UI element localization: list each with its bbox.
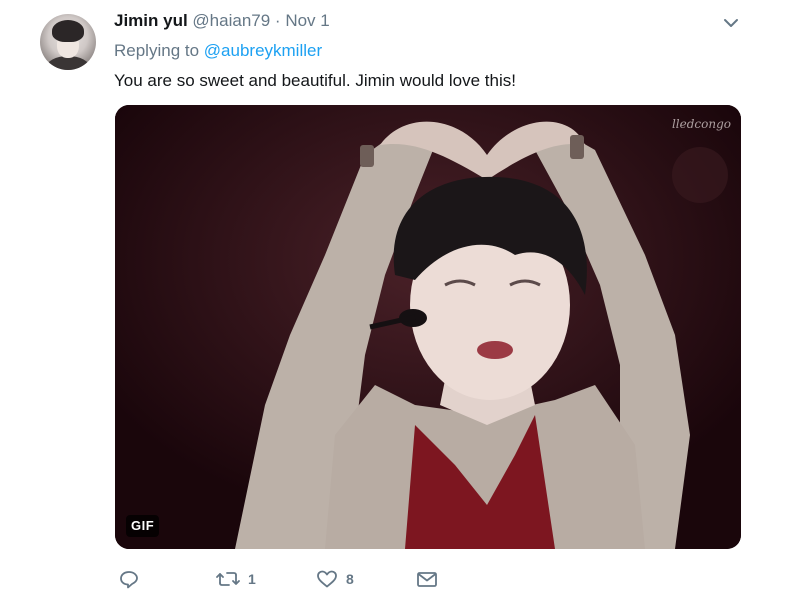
envelope-icon xyxy=(416,569,438,589)
retweet-button[interactable]: 1 xyxy=(216,566,256,592)
reply-to-link[interactable]: @aubreykmiller xyxy=(204,41,322,60)
gif-badge: GIF xyxy=(126,515,160,537)
like-count: 8 xyxy=(346,571,354,587)
tweet-text: You are so sweet and beautiful. Jimin wo… xyxy=(114,71,516,90)
tweet-timestamp[interactable]: Nov 1 xyxy=(285,11,329,30)
tweet[interactable]: Jimin yul @haian79 · Nov 1 Replying to @… xyxy=(0,0,789,597)
avatar-hair xyxy=(52,20,84,42)
gif-frame-illustration xyxy=(115,105,741,549)
tweet-actions: 1 8 xyxy=(115,566,515,592)
like-button[interactable]: 8 xyxy=(316,566,354,592)
reply-button[interactable] xyxy=(119,566,147,592)
direct-message-button[interactable] xyxy=(416,566,446,592)
gif-watermark: lledcongo xyxy=(671,117,731,131)
avatar-shoulders xyxy=(46,56,90,70)
reply-context: Replying to @aubreykmiller xyxy=(114,40,322,62)
reply-prefix: Replying to xyxy=(114,41,204,60)
separator-dot: · xyxy=(274,11,281,30)
chevron-down-icon[interactable] xyxy=(720,13,742,33)
reply-icon xyxy=(119,569,139,589)
author-handle[interactable]: @haian79 xyxy=(192,11,270,30)
tweet-header: Jimin yul @haian79 · Nov 1 xyxy=(114,10,330,32)
avatar[interactable] xyxy=(40,14,96,70)
retweet-count: 1 xyxy=(248,571,256,587)
author-name[interactable]: Jimin yul xyxy=(114,11,188,30)
heart-icon xyxy=(316,569,338,589)
gif-media[interactable]: lledcongo GIF xyxy=(115,105,741,549)
retweet-icon xyxy=(216,569,240,589)
